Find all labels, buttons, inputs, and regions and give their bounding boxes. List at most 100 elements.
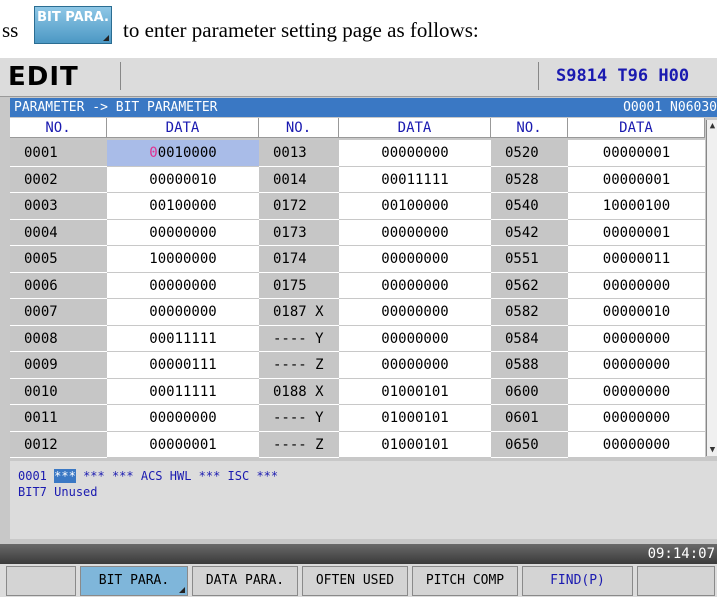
- column-header-data: DATA: [107, 118, 259, 138]
- bit-param-number: 0001: [18, 469, 47, 483]
- param-number-cell: 0014: [259, 166, 339, 193]
- corner-triangle-icon: [179, 587, 185, 593]
- param-data-cell[interactable]: 00011111: [107, 378, 259, 405]
- spindle-tool-status: S9814 T96 H00: [556, 66, 690, 86]
- param-data-cell[interactable]: 00100000: [339, 193, 491, 220]
- param-data-cell[interactable]: 00000000: [339, 140, 491, 167]
- status-bar: 09:14:07: [0, 544, 717, 564]
- param-data-cell[interactable]: 00000001: [568, 140, 705, 167]
- param-number-cell: 0005: [10, 246, 107, 273]
- bit-layout-line: 0001 *** *** *** ACS HWL *** ISC ***: [18, 469, 278, 483]
- param-data-cell[interactable]: 00000000: [568, 431, 705, 458]
- divider: [120, 62, 121, 90]
- corner-triangle-icon: [103, 35, 109, 41]
- param-data-cell[interactable]: 10000000: [107, 246, 259, 273]
- param-number-cell: 0009: [10, 352, 107, 379]
- bit-names: *** *** ACS HWL *** ISC ***: [83, 469, 279, 483]
- param-number-cell: 0542: [491, 219, 568, 246]
- scrollbar[interactable]: ▲ ▼: [706, 120, 717, 456]
- selected-value-rest: 0010000: [157, 145, 217, 161]
- param-data-cell[interactable]: 00000010: [107, 166, 259, 193]
- param-data-cell[interactable]: 00000000: [339, 246, 491, 273]
- intro-suffix: to enter parameter setting page as follo…: [123, 18, 479, 42]
- intro-button-label: BIT PARA.: [37, 10, 109, 25]
- param-number-cell: ---- Y: [259, 325, 339, 352]
- param-data-cell[interactable]: 00000000: [339, 325, 491, 352]
- scroll-up-icon[interactable]: ▲: [707, 120, 717, 132]
- param-number-cell: 0012: [10, 431, 107, 458]
- softkey-blank[interactable]: [6, 566, 76, 596]
- softkey-bar: BIT PARA. DATA PARA. OFTEN USED PITCH COMP F…: [0, 564, 717, 597]
- param-data-cell[interactable]: 00000000: [568, 325, 705, 352]
- column-header-no: NO.: [10, 118, 107, 138]
- softkey-label: DATA PARA.: [205, 573, 285, 588]
- clock: 09:14:07: [647, 546, 715, 562]
- param-data-cell[interactable]: 00000001: [107, 431, 259, 458]
- param-data-cell[interactable]: 00000001: [568, 166, 705, 193]
- param-number-cell: 0010: [10, 378, 107, 405]
- param-number-cell: 0011: [10, 405, 107, 432]
- softkey-blank[interactable]: [637, 566, 715, 596]
- selected-bit: ***: [54, 469, 76, 483]
- bit-para-key-illustration: BIT PARA.: [34, 6, 112, 44]
- param-data-cell[interactable]: 00000000: [568, 405, 705, 432]
- param-number-cell: 0600: [491, 378, 568, 405]
- param-data-cell[interactable]: 00000001: [568, 219, 705, 246]
- param-number-cell: 0173: [259, 219, 339, 246]
- param-number-cell: 0172: [259, 193, 339, 220]
- bit-index: BIT7: [18, 485, 47, 499]
- param-data-cell[interactable]: 00010000: [107, 140, 259, 167]
- param-number-cell: ---- Z: [259, 352, 339, 379]
- divider: [538, 62, 539, 90]
- program-number: O0001 N06030: [623, 100, 717, 115]
- intro-caption: ss BIT PARA. to enter parameter setting …: [0, 0, 717, 58]
- softkey-label: BIT PARA.: [98, 573, 170, 588]
- param-number-cell: 0520: [491, 140, 568, 167]
- param-number-cell: 0007: [10, 299, 107, 326]
- softkey-data-para[interactable]: DATA PARA.: [192, 566, 298, 596]
- softkey-often-used[interactable]: OFTEN USED: [302, 566, 408, 596]
- param-data-cell[interactable]: 00000000: [339, 219, 491, 246]
- param-data-cell[interactable]: 00000011: [568, 246, 705, 273]
- param-number-cell: 0601: [491, 405, 568, 432]
- bit-description: Unused: [54, 485, 98, 499]
- param-number-cell: 0006: [10, 272, 107, 299]
- param-data-cell[interactable]: 00000000: [568, 352, 705, 379]
- param-data-cell[interactable]: 00000000: [339, 352, 491, 379]
- softkey-pitch-comp[interactable]: PITCH COMP: [412, 566, 518, 596]
- param-data-cell[interactable]: 00000010: [568, 299, 705, 326]
- param-data-cell[interactable]: 00011111: [339, 166, 491, 193]
- param-data-cell[interactable]: 10000100: [568, 193, 705, 220]
- param-data-cell[interactable]: 00100000: [107, 193, 259, 220]
- param-data-cell[interactable]: 00000000: [107, 405, 259, 432]
- param-number-cell: 0003: [10, 193, 107, 220]
- param-data-cell[interactable]: 01000101: [339, 431, 491, 458]
- softkey-find[interactable]: FIND(P): [522, 566, 633, 596]
- param-data-cell[interactable]: 00011111: [107, 325, 259, 352]
- column-header-data: DATA: [339, 118, 491, 138]
- param-number-cell: 0188 X: [259, 378, 339, 405]
- param-number-cell: 0008: [10, 325, 107, 352]
- param-data-cell[interactable]: 01000101: [339, 405, 491, 432]
- param-data-cell[interactable]: 00000000: [568, 378, 705, 405]
- mode-indicator: EDIT: [8, 62, 79, 92]
- param-data-cell[interactable]: 00000111: [107, 352, 259, 379]
- param-number-cell: 0528: [491, 166, 568, 193]
- edit-cursor: 0: [149, 145, 158, 161]
- scroll-down-icon[interactable]: ▼: [707, 444, 717, 456]
- param-data-cell[interactable]: 01000101: [339, 378, 491, 405]
- param-data-cell[interactable]: 00000000: [339, 272, 491, 299]
- param-data-cell[interactable]: 00000000: [107, 299, 259, 326]
- softkey-bit-para[interactable]: BIT PARA.: [80, 566, 188, 596]
- param-data-cell[interactable]: 00000000: [107, 219, 259, 246]
- title-bar: EDIT S9814 T96 H00: [0, 58, 717, 97]
- param-data-cell[interactable]: 00000000: [339, 299, 491, 326]
- cnc-screen: EDIT S9814 T96 H00 PARAMETER -> BIT PARA…: [0, 58, 717, 597]
- param-number-cell: 0582: [491, 299, 568, 326]
- param-data-cell[interactable]: 00000000: [107, 272, 259, 299]
- param-number-cell: ---- Z: [259, 431, 339, 458]
- param-number-cell: 0001: [10, 140, 107, 167]
- param-number-cell: 0174: [259, 246, 339, 273]
- param-number-cell: 0584: [491, 325, 568, 352]
- param-data-cell[interactable]: 00000000: [568, 272, 705, 299]
